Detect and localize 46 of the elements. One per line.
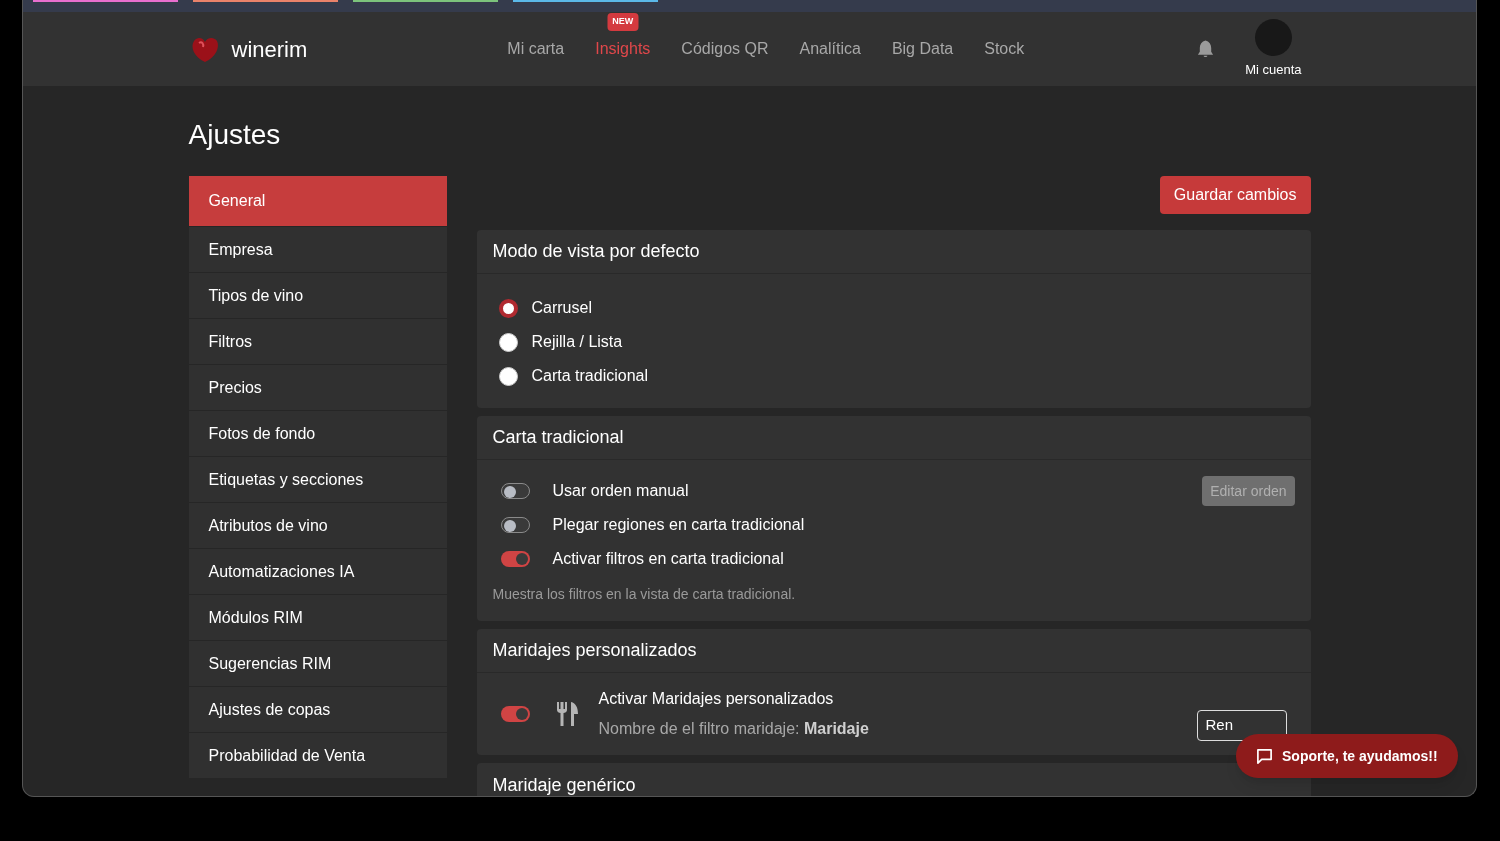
nav-link[interactable]: Big Data [891, 40, 954, 57]
nav-link[interactable]: Mi carta [507, 40, 565, 57]
sidebar-item[interactable]: Atributos de vino [188, 502, 447, 548]
sidebar-item[interactable]: Filtros [188, 318, 447, 364]
sidebar-item[interactable]: Automatizaciones IA [188, 548, 447, 594]
sidebar-item[interactable]: Tipos de vino [188, 272, 447, 318]
sidebar-item[interactable]: General [188, 176, 447, 226]
toggle-label: Activar filtros en carta tradicional [552, 549, 784, 569]
account-link[interactable]: Mi cuenta [1245, 59, 1302, 80]
bell-icon[interactable] [1196, 39, 1216, 59]
sidebar-item[interactable]: Fotos de fondo [188, 410, 447, 456]
sidebar-item[interactable]: Módulos RIM [188, 594, 447, 640]
nav-link[interactable]: Códigos QR [681, 40, 769, 57]
radio-label: Carrusel [531, 298, 592, 318]
toggle-switch[interactable] [500, 706, 530, 722]
nav-link[interactable]: Analítica [799, 40, 861, 57]
save-button[interactable]: Guardar cambios [1159, 176, 1311, 214]
sidebar-item[interactable]: Sugerencias RIM [188, 640, 447, 686]
sidebar-item[interactable]: Etiquetas y secciones [188, 456, 447, 502]
toggle-label: Plegar regiones en carta tradicional [552, 515, 805, 535]
sidebar-item[interactable]: Probabilidad de Venta [188, 732, 447, 778]
edit-order-button: Editar orden [1202, 476, 1295, 506]
section-title: Maridaje genérico [492, 773, 636, 796]
new-badge: NEW [607, 13, 639, 31]
logo-text[interactable]: winerim [231, 32, 308, 66]
toggle-label: Usar orden manual [552, 481, 689, 501]
sidebar-item[interactable]: Ajustes de copas [188, 686, 447, 732]
sidebar-item[interactable]: Empresa [188, 226, 447, 272]
toggle-switch[interactable] [500, 483, 530, 499]
toggle-switch[interactable] [500, 551, 530, 567]
page-title: Ajustes [188, 118, 282, 152]
chat-icon [1256, 747, 1273, 765]
filter-name-text: Nombre de el filtro maridaje: Maridaje [598, 719, 869, 739]
radio-button[interactable] [498, 298, 518, 318]
radio-label: Carta tradicional [531, 366, 648, 386]
nav-link[interactable]: Stock [984, 40, 1025, 57]
toggle-label: Activar Maridajes personalizados [598, 689, 835, 709]
section-title: Carta tradicional [492, 426, 624, 449]
support-chat-toast[interactable]: Soporte, te ayudamos!! [1236, 734, 1458, 778]
toggle-switch[interactable] [500, 517, 530, 533]
section-title: Modo de vista por defecto [492, 240, 700, 263]
fork-knife-icon [555, 701, 580, 727]
radio-label: Rejilla / Lista [531, 332, 623, 352]
sidebar-item[interactable]: Precios [188, 364, 447, 410]
section-title: Maridajes personalizados [492, 639, 697, 662]
helper-text: Muestra los filtros en la vista de carta tradicional. [492, 585, 797, 604]
